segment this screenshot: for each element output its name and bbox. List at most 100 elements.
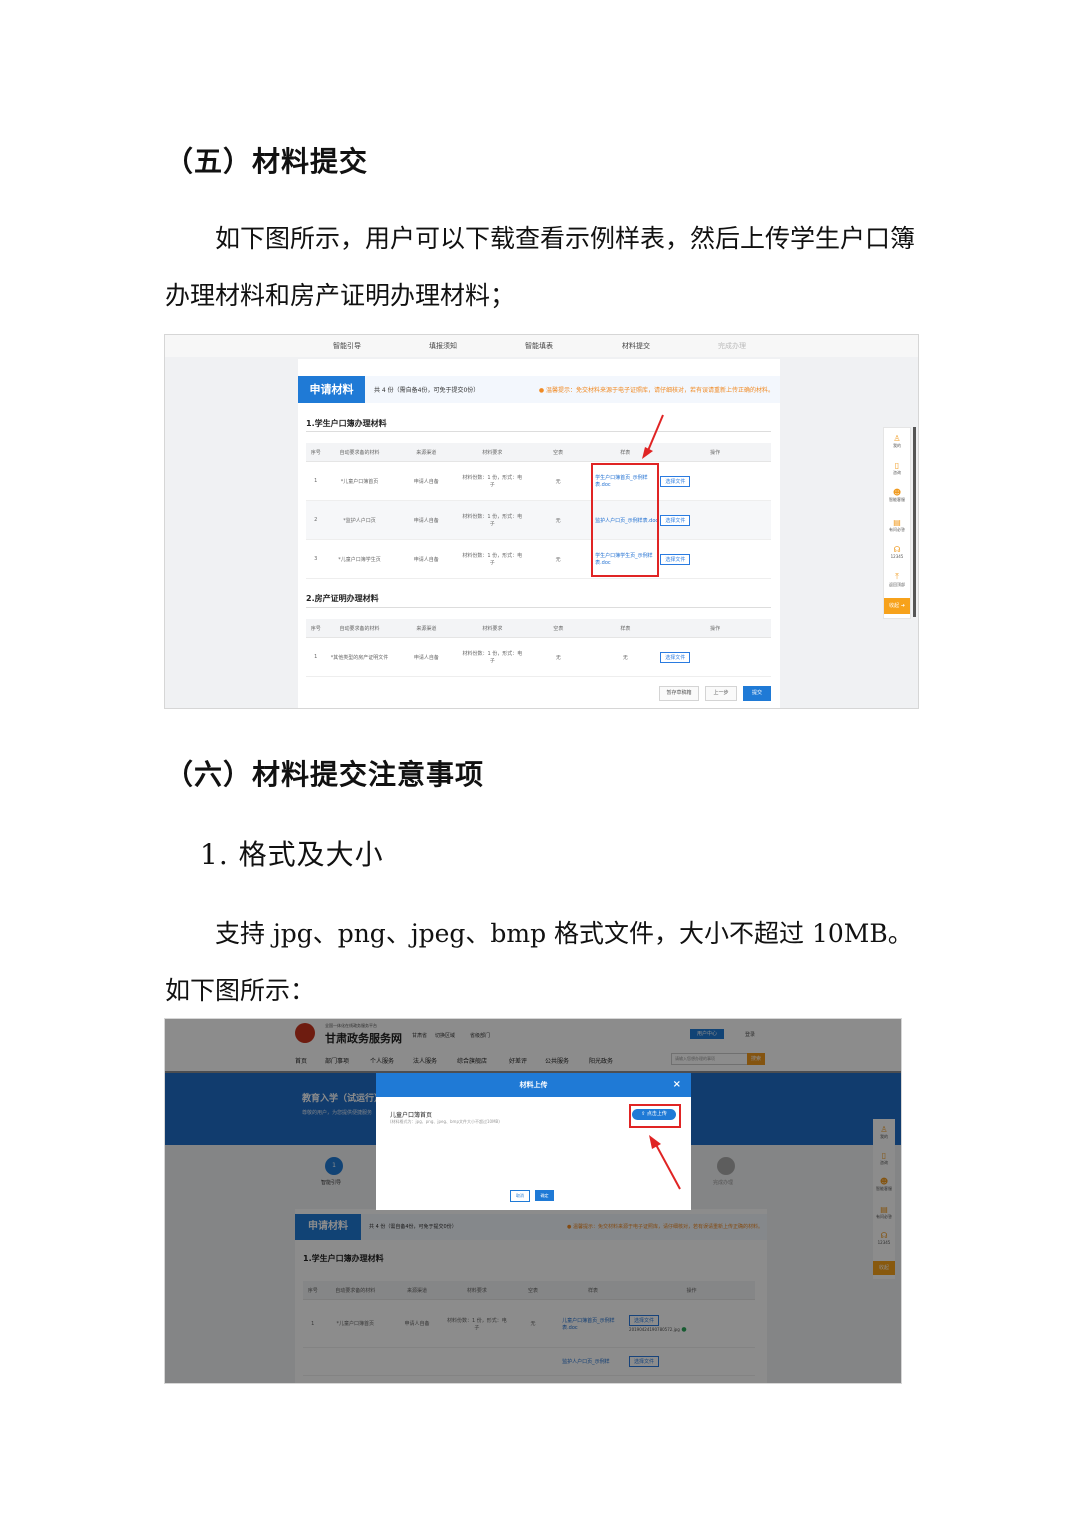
confirm-button[interactable]: 确定 [535, 1190, 554, 1201]
table-row: 1 *其他类型的房产证明文件 申请人自备 材料份数：1 份，形式：电子 无 无 … [306, 637, 771, 677]
sidebar-item-mine[interactable]: ♙ 我的 [884, 434, 910, 449]
th-source: 来源渠道 [393, 619, 460, 638]
sidebar-label: 智能客服 [889, 497, 905, 502]
cell-source: 申请人自备 [393, 539, 460, 579]
th-no: 序号 [306, 443, 326, 462]
th-material: 自动要求备的材料 [325, 619, 394, 638]
screenshot-upload-dialog: 全国一体化在线政务服务平台 甘肃政务服务网 甘肃省 切换区域 省级部门 用户中心… [164, 1018, 902, 1384]
step-notice[interactable]: 填报须知 [429, 341, 457, 351]
screenshot-material-submit: 智能引导 填报须知 智能填表 材料提交 完成办理 申请材料 共 4 份（需自备4… [164, 334, 919, 709]
sidebar-label: 咨询 [893, 470, 901, 475]
th-req: 材料要求 [459, 619, 526, 638]
table-header-row: 序号 自动要求备的材料 来源渠道 材料要求 空表 样表 操作 [306, 443, 771, 462]
sidebar-label: 有问必答 [889, 527, 905, 532]
highlight-box [629, 1104, 681, 1128]
th-material: 自动要求备的材料 [325, 443, 394, 462]
modal-header: 材料上传 × [376, 1073, 691, 1097]
scrollbar[interactable] [913, 427, 916, 617]
sidebar-item-hotline[interactable]: ☊ 12345 [884, 545, 910, 559]
floating-sidebar: ♙ 我的 ▯ 咨询 ☻ 智能客服 ▤ 有问必答 ☊ 12345 ⤒ 返回顶部 收起 ➜ [883, 427, 911, 619]
step-submit[interactable]: 材料提交 [622, 341, 650, 351]
apply-material-tab[interactable]: 申请材料 [298, 376, 365, 403]
choose-file-button[interactable]: 选择文件 [660, 651, 691, 663]
upload-item-name: 儿童户口簿首页 [390, 1112, 433, 1119]
choose-file-button[interactable]: 选择文件 [660, 553, 691, 565]
cell-no: 1 [306, 461, 326, 501]
warning-text: 温馨提示：免交材料来源于电子证照库，请仔细核对，若有误请重新上传正确的材料。 [545, 387, 774, 394]
phone-icon: ▯ [894, 461, 900, 470]
th-blank: 空表 [525, 619, 592, 638]
sidebar-item-robot[interactable]: ☻ 智能客服 [884, 488, 910, 503]
table-row: 2 *监护人户口页 申请人自备 材料份数：1 份，形式：电子 无 监护人户口页_… [306, 500, 771, 540]
cell-no: 1 [306, 637, 326, 677]
th-no: 序号 [306, 619, 326, 638]
th-source: 来源渠道 [393, 443, 460, 462]
upload-format-hint: (材料格式为：jpg、png、jpeg、bmp文件大小不超过10MB) [390, 1119, 500, 1124]
table-row: 3 *儿童户口簿学生页 申请人自备 材料份数：1 份，形式：电子 无 学生户口簿… [306, 539, 771, 579]
robot-avatar-icon: ☻ [892, 488, 902, 497]
arrow-up-icon: ⤒ [895, 572, 899, 581]
apply-material-banner: 申请材料 共 4 份（需自备4份，可免于提交0份） ● 温馨提示：免交材料来源于… [298, 376, 780, 403]
section-5-paragraph: 如下图所示，用户可以下载查看示例样表，然后上传学生户口簿办理材料和房产证明办理材… [165, 210, 917, 324]
step-guide[interactable]: 智能引导 [333, 341, 361, 351]
cell-req: 材料份数：1 份，形式：电子 [459, 500, 526, 540]
red-arrow-icon [642, 414, 664, 459]
cell-req: 材料份数：1 份，形式：电子 [459, 461, 526, 501]
group1-title: 1.学生户口簿办理材料 [306, 419, 387, 428]
section-heading-5: （五）材料提交 [165, 145, 369, 178]
message-icon: ▤ [893, 518, 901, 527]
divider [306, 431, 771, 432]
th-req: 材料要求 [459, 443, 526, 462]
cell-req: 材料份数：1 份，形式：电子 [459, 637, 526, 677]
submit-button[interactable]: 提交 [743, 686, 771, 701]
headset-icon: ☊ [893, 545, 901, 554]
save-draft-button[interactable]: 暂存草稿箱 [659, 686, 699, 701]
group1-table: 序号 自动要求备的材料 来源渠道 材料要求 空表 样表 操作 1 *儿童户口簿首… [306, 443, 771, 579]
cell-no: 3 [306, 539, 326, 579]
choose-file-button[interactable]: 选择文件 [660, 514, 691, 526]
cell-req: 材料份数：1 份，形式：电子 [459, 539, 526, 579]
table-row: 1 *儿童户口簿首页 申请人自备 材料份数：1 份，形式：电子 无 学生户口簿首… [306, 461, 771, 501]
sidebar-label: 12345 [890, 554, 904, 559]
th-op: 操作 [659, 619, 771, 638]
warning-tip: ● 温馨提示：免交材料来源于电子证照库，请仔细核对，若有误请重新上传正确的材料。 [538, 387, 774, 394]
step-done: 完成办理 [718, 342, 746, 350]
cell-material: *儿童户口簿首页 [325, 461, 394, 501]
sidebar-item-top[interactable]: ⤒ 返回顶部 [884, 572, 910, 588]
sidebar-label: 返回顶部 [889, 582, 905, 587]
th-blank: 空表 [525, 443, 592, 462]
collapse-button[interactable]: 收起 ➜ [884, 598, 910, 614]
cell-sample: 无 [591, 637, 660, 677]
prev-step-button[interactable]: 上一步 [705, 686, 737, 701]
highlight-box [591, 463, 659, 577]
step-form[interactable]: 智能填表 [525, 341, 553, 351]
section-6-paragraph: 支持 jpg、png、jpeg、bmp 格式文件，大小不超过 10MB。如下图所… [165, 905, 917, 1019]
cell-blank: 无 [525, 461, 592, 501]
user-icon: ♙ [893, 434, 901, 443]
close-icon[interactable]: × [673, 1073, 681, 1097]
table-header-row: 序号 自动要求备的材料 来源渠道 材料要求 空表 样表 操作 [306, 619, 771, 638]
th-sample: 样表 [591, 619, 660, 638]
step-bar: 智能引导 填报须知 智能填表 材料提交 完成办理 [165, 335, 918, 357]
sidebar-item-qa[interactable]: ▤ 有问必答 [884, 518, 910, 533]
material-count: 共 4 份（需自备4份，可免于提交0份） [374, 387, 480, 394]
modal-title: 材料上传 [519, 1081, 548, 1089]
th-op: 操作 [659, 443, 771, 462]
cell-material: *儿童户口簿学生页 [325, 539, 394, 579]
sub-heading-format: 1. 格式及大小 [200, 838, 384, 871]
divider [306, 607, 771, 608]
group2-table: 序号 自动要求备的材料 来源渠道 材料要求 空表 样表 操作 1 *其他类型的房… [306, 619, 771, 677]
group2-title: 2.房产证明办理材料 [306, 594, 379, 603]
collapse-label: 收起 [889, 603, 900, 609]
cell-source: 申请人自备 [393, 637, 460, 677]
section-heading-6: （六）材料提交注意事项 [165, 758, 485, 791]
cell-blank: 无 [525, 637, 592, 677]
sidebar-item-consult[interactable]: ▯ 咨询 [884, 461, 910, 476]
cell-source: 申请人自备 [393, 461, 460, 501]
cancel-button[interactable]: 取消 [510, 1190, 530, 1202]
choose-file-button[interactable]: 选择文件 [660, 475, 691, 487]
section-5-text: 如下图所示，用户可以下载查看示例样表，然后上传学生户口簿办理材料和房产证明办理材… [165, 224, 916, 310]
cell-no: 2 [306, 500, 326, 540]
cell-source: 申请人自备 [393, 500, 460, 540]
cell-material: *监护人户口页 [325, 500, 394, 540]
